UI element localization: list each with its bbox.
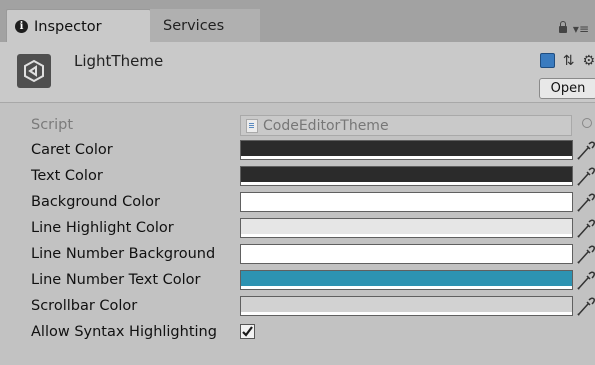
line-highlight-color-row: Line Highlight Color: [0, 218, 595, 240]
script-value: CodeEditorTheme: [263, 117, 389, 134]
window-controls: ▾≡: [558, 21, 589, 36]
object-picker-icon[interactable]: [582, 118, 592, 128]
caret-color-row: Caret Color: [0, 140, 595, 162]
caret-color-label: Caret Color: [31, 142, 113, 158]
tab-inspector[interactable]: i Inspector: [6, 9, 151, 43]
scrollbar-color-swatch[interactable]: [240, 296, 573, 316]
eyedropper-icon[interactable]: [576, 244, 595, 264]
eyedropper-icon[interactable]: [576, 270, 595, 290]
tab-bar: i Inspector Services ▾≡: [0, 0, 595, 43]
script-row: Script CodeEditorTheme: [0, 115, 595, 137]
tab-inspector-label: Inspector: [34, 18, 102, 35]
syntax-highlighting-checkbox[interactable]: [240, 324, 255, 339]
gear-icon[interactable]: ⚙: [582, 54, 595, 68]
background-color-swatch[interactable]: [240, 192, 573, 212]
open-button[interactable]: Open: [539, 78, 595, 99]
line-number-text-color-swatch[interactable]: [240, 270, 573, 290]
line-number-background-row: Line Number Background: [0, 244, 595, 266]
eyedropper-icon[interactable]: [576, 140, 595, 160]
line-number-text-color-label: Line Number Text Color: [31, 272, 201, 288]
checkmark-icon: [242, 326, 253, 337]
line-number-text-color-row: Line Number Text Color: [0, 270, 595, 292]
line-number-background-swatch[interactable]: [240, 244, 573, 264]
info-icon: i: [15, 20, 28, 33]
inspector-header: LightTheme ⇅ ⚙ Open: [0, 42, 595, 103]
script-field: CodeEditorTheme: [240, 115, 572, 136]
line-highlight-color-label: Line Highlight Color: [31, 220, 174, 236]
background-color-row: Background Color: [0, 192, 595, 214]
lock-icon[interactable]: [558, 21, 567, 33]
script-label: Script: [31, 117, 74, 133]
preset-icon[interactable]: ⇅: [563, 54, 575, 68]
eyedropper-icon[interactable]: [576, 218, 595, 238]
line-highlight-color-swatch[interactable]: [240, 218, 573, 238]
header-icons: ⇅ ⚙: [539, 53, 595, 68]
eyedropper-icon[interactable]: [576, 166, 595, 186]
line-number-background-label: Line Number Background: [31, 246, 216, 262]
background-color-label: Background Color: [31, 194, 160, 210]
tab-services-label: Services: [163, 17, 225, 34]
asset-name: LightTheme: [74, 52, 164, 70]
eyedropper-icon[interactable]: [576, 296, 595, 316]
text-color-label: Text Color: [31, 168, 103, 184]
eyedropper-icon[interactable]: [576, 192, 595, 212]
unity-logo-icon: [17, 54, 51, 88]
caret-color-swatch[interactable]: [240, 140, 573, 160]
scrollbar-color-row: Scrollbar Color: [0, 296, 595, 318]
tab-services[interactable]: Services: [150, 9, 260, 42]
menu-icon[interactable]: ▾≡: [573, 22, 589, 36]
text-color-swatch[interactable]: [240, 166, 573, 186]
syntax-highlighting-row: Allow Syntax Highlighting: [0, 322, 595, 344]
text-color-row: Text Color: [0, 166, 595, 188]
script-file-icon: [246, 118, 258, 133]
scrollbar-color-label: Scrollbar Color: [31, 298, 138, 314]
book-icon[interactable]: [539, 53, 555, 68]
syntax-highlighting-label: Allow Syntax Highlighting: [31, 324, 217, 340]
